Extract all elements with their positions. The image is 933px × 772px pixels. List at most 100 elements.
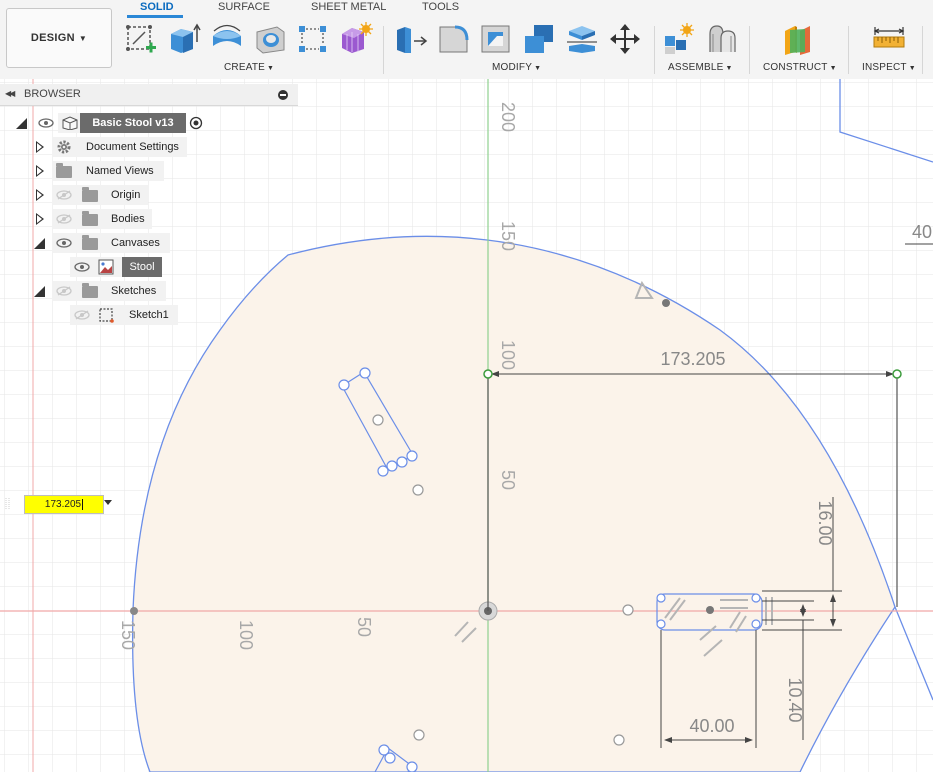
sketch-point[interactable]	[130, 607, 138, 615]
create-sketch-icon[interactable]	[125, 22, 159, 56]
press-pull-icon[interactable]	[394, 22, 428, 56]
collapse-triangle-icon[interactable]	[16, 118, 27, 129]
text-cursor	[82, 498, 84, 510]
ruler-label-v: 150	[498, 221, 518, 251]
component-icon	[62, 116, 78, 130]
group-construct[interactable]: CONSTRUCT ▼	[763, 62, 837, 73]
joint-icon[interactable]	[705, 22, 739, 56]
hole-icon[interactable]	[253, 22, 287, 56]
tab-solid[interactable]: SOLID	[140, 1, 174, 13]
new-component-icon[interactable]	[662, 22, 696, 56]
browser-item-label: Stool	[122, 257, 162, 277]
dimension-label-16[interactable]: 16.00	[815, 500, 835, 545]
browser-item-named-views[interactable]: Named Views	[52, 161, 164, 181]
folder-icon	[82, 235, 98, 250]
chevron-down-icon: ▼	[725, 65, 733, 72]
drag-grip-icon[interactable]	[4, 497, 12, 511]
sketch-point-center[interactable]	[706, 606, 714, 614]
dimension-endpoint[interactable]	[892, 369, 902, 379]
group-inspect[interactable]: INSPECT ▼	[862, 62, 916, 73]
ruler-label-v: 100	[498, 340, 518, 370]
browser-item-root[interactable]: Basic Stool v13	[58, 113, 186, 133]
move-icon[interactable]	[608, 22, 642, 56]
expand-triangle-icon[interactable]	[36, 141, 44, 153]
collapse-triangle-icon[interactable]	[34, 286, 45, 297]
browser-item-stool[interactable]: Stool	[70, 257, 162, 277]
group-modify[interactable]: MODIFY ▼	[492, 62, 541, 73]
ruler-label-h: 50	[354, 617, 374, 637]
visibility-eye-icon[interactable]	[56, 238, 72, 248]
shell-icon[interactable]	[479, 22, 513, 56]
pattern-icon[interactable]	[296, 22, 330, 56]
measure-icon[interactable]	[872, 22, 906, 56]
dimension-label-1040[interactable]: 10.40	[785, 677, 805, 722]
browser-item-label: Bodies	[111, 213, 145, 225]
tab-sheet-metal[interactable]: SHEET METAL	[311, 1, 386, 13]
create-form-icon[interactable]	[339, 22, 373, 56]
align-icon[interactable]	[565, 22, 599, 56]
browser-item-label: Sketches	[111, 285, 157, 297]
toolbar-separator	[749, 26, 750, 74]
fillet-icon[interactable]	[437, 22, 471, 56]
chevron-down-icon: ▼	[829, 65, 837, 72]
browser-item-bodies[interactable]: Bodies	[52, 209, 152, 229]
hidden-eye-icon[interactable]	[74, 310, 90, 320]
minimize-icon[interactable]	[278, 90, 288, 100]
ruler-label-v: 50	[498, 470, 518, 490]
tab-surface[interactable]: SURFACE	[218, 1, 270, 13]
browser-item-sketch1[interactable]: Sketch1	[70, 305, 178, 325]
dimension-label-40[interactable]: 40.00	[689, 716, 734, 736]
ruler-label-v: 200	[498, 102, 518, 132]
browser-item-label: Canvases	[111, 237, 160, 249]
toolbar: DESIGN▼ SOLID SURFACE SHEET METAL TOOLS	[0, 0, 933, 80]
tab-tools[interactable]: TOOLS	[422, 1, 459, 13]
browser-item-label: Named Views	[86, 165, 154, 177]
collapse-triangle-icon[interactable]	[34, 238, 45, 249]
workspace-label: DESIGN	[30, 32, 75, 44]
browser-header: ◀◀ BROWSER	[0, 84, 298, 106]
chevron-down-icon: ▼	[534, 65, 542, 72]
visibility-eye-icon[interactable]	[38, 118, 54, 128]
toolbar-separator	[654, 26, 655, 74]
activate-radio-icon[interactable]	[189, 116, 203, 130]
chevron-down-icon: ▼	[78, 33, 88, 43]
browser-item-sketches[interactable]: Sketches	[52, 281, 166, 301]
dimension-label-173[interactable]: 173.205	[660, 349, 725, 369]
sketch-icon	[99, 308, 114, 323]
expand-triangle-icon[interactable]	[36, 213, 44, 225]
group-create[interactable]: CREATE ▼	[224, 62, 274, 73]
ruler-label-h: 100	[236, 620, 256, 650]
hidden-eye-icon[interactable]	[56, 286, 72, 296]
browser-item-label: Origin	[111, 189, 141, 201]
group-assemble[interactable]: ASSEMBLE ▼	[668, 62, 733, 73]
combine-icon[interactable]	[522, 22, 556, 56]
browser-title: BROWSER	[24, 88, 81, 100]
dimension-endpoint[interactable]	[483, 369, 493, 379]
canvas-image-icon	[98, 259, 114, 275]
folder-icon	[82, 211, 98, 226]
workspace-switcher[interactable]: DESIGN ▼	[6, 8, 112, 68]
toolbar-separator	[383, 26, 384, 74]
chevron-down-icon[interactable]	[104, 500, 112, 505]
offset-plane-icon[interactable]	[781, 22, 815, 56]
dimension-value-input[interactable]: 173.205	[24, 495, 104, 514]
visibility-eye-icon[interactable]	[74, 262, 90, 272]
toolbar-separator	[848, 26, 849, 74]
browser-item-label: Basic Stool v13	[80, 113, 186, 133]
sketch-point[interactable]	[662, 299, 670, 307]
browser-item-canvases[interactable]: Canvases	[52, 233, 170, 253]
browser-item-origin[interactable]: Origin	[52, 185, 148, 205]
browser-panel: ◀◀ BROWSER Basic Stool v13 Document Sett…	[0, 84, 298, 332]
collapse-panel-icon[interactable]: ◀◀	[5, 89, 15, 98]
revolve-icon[interactable]	[210, 22, 244, 56]
hidden-eye-icon[interactable]	[56, 190, 72, 200]
gear-icon	[57, 140, 71, 154]
folder-icon	[82, 187, 98, 202]
expand-triangle-icon[interactable]	[36, 165, 44, 177]
dimension-label-clipped: 40	[912, 222, 932, 242]
hidden-eye-icon[interactable]	[56, 214, 72, 224]
browser-item-document-settings[interactable]: Document Settings	[52, 137, 187, 157]
browser-item-label: Document Settings	[86, 141, 179, 153]
expand-triangle-icon[interactable]	[36, 189, 44, 201]
extrude-icon[interactable]	[167, 22, 201, 56]
